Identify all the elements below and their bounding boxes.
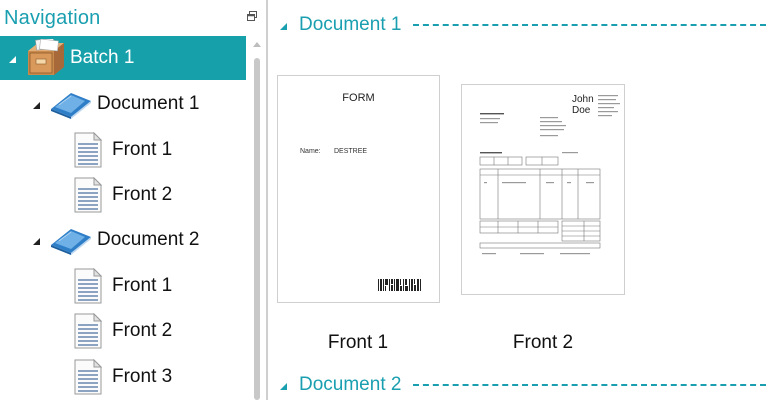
page-icon: [74, 359, 102, 395]
collapse-arrow-icon[interactable]: [280, 22, 287, 30]
page-icon: [74, 313, 102, 349]
page-icon: [74, 268, 102, 304]
thumbnail-label: Front 1: [327, 332, 389, 353]
form-field-label: Name:: [300, 148, 321, 155]
tree-item-label: Document 2: [97, 229, 200, 250]
document-book-icon: [51, 229, 91, 255]
tree-item-page[interactable]: Front 1: [0, 128, 246, 172]
divider: [413, 24, 766, 26]
collapse-arrow-icon[interactable]: [33, 102, 40, 109]
tree-item-label: Front 2: [112, 320, 173, 341]
group-title: Document 2: [299, 374, 402, 395]
group-header-document-1[interactable]: Document 1: [280, 12, 770, 38]
page-thumbnail[interactable]: FORM Name: DESTREE: [277, 75, 440, 303]
tree-item-label: Front 2: [112, 184, 173, 205]
batch-drawer-icon: [28, 39, 64, 75]
tree-item-label: Batch 1: [70, 47, 135, 68]
tree-item-document-1[interactable]: Document 1: [0, 82, 246, 126]
collapse-arrow-icon[interactable]: [33, 238, 40, 245]
scrollbar-thumb[interactable]: [254, 58, 260, 400]
scroll-up-arrow-icon[interactable]: [253, 42, 261, 47]
form-field-value: DESTREE: [334, 148, 368, 155]
tree-item-label: Front 1: [112, 139, 173, 160]
tree-item-label: Front 3: [112, 366, 173, 387]
page-icon: [74, 177, 102, 213]
thumbnail-label: Front 2: [512, 332, 574, 353]
form-heading: FORM: [342, 92, 375, 104]
divider: [413, 384, 766, 386]
navigation-title: Navigation: [4, 7, 101, 29]
page-icon: [74, 132, 102, 168]
navigation-panel: Navigation Batch 1 Document 1 Front 1 Fr…: [0, 0, 266, 400]
tree-item-page[interactable]: Front 2: [0, 173, 246, 217]
tree-item-label: Front 1: [112, 275, 173, 296]
document-book-icon: [51, 93, 91, 119]
tree-item-label: Document 1: [97, 93, 200, 114]
barcode-icon: [378, 279, 421, 291]
invoice-preview-graphic: [479, 95, 620, 255]
restore-panel-icon[interactable]: [246, 10, 258, 22]
navigation-scrollbar[interactable]: [250, 38, 264, 400]
tree-item-page[interactable]: Front 1: [0, 264, 246, 308]
group-header-document-2[interactable]: Document 2: [280, 372, 770, 398]
tree-item-page[interactable]: Front 3: [0, 355, 246, 399]
page-thumbnail[interactable]: John Doe: [461, 84, 625, 295]
group-title: Document 1: [299, 14, 402, 35]
collapse-arrow-icon[interactable]: [9, 56, 16, 63]
tree-item-page[interactable]: Front 2: [0, 309, 246, 353]
tree-item-document-2[interactable]: Document 2: [0, 218, 246, 262]
collapse-arrow-icon[interactable]: [280, 382, 287, 390]
tree-item-batch-1[interactable]: Batch 1: [0, 36, 246, 80]
